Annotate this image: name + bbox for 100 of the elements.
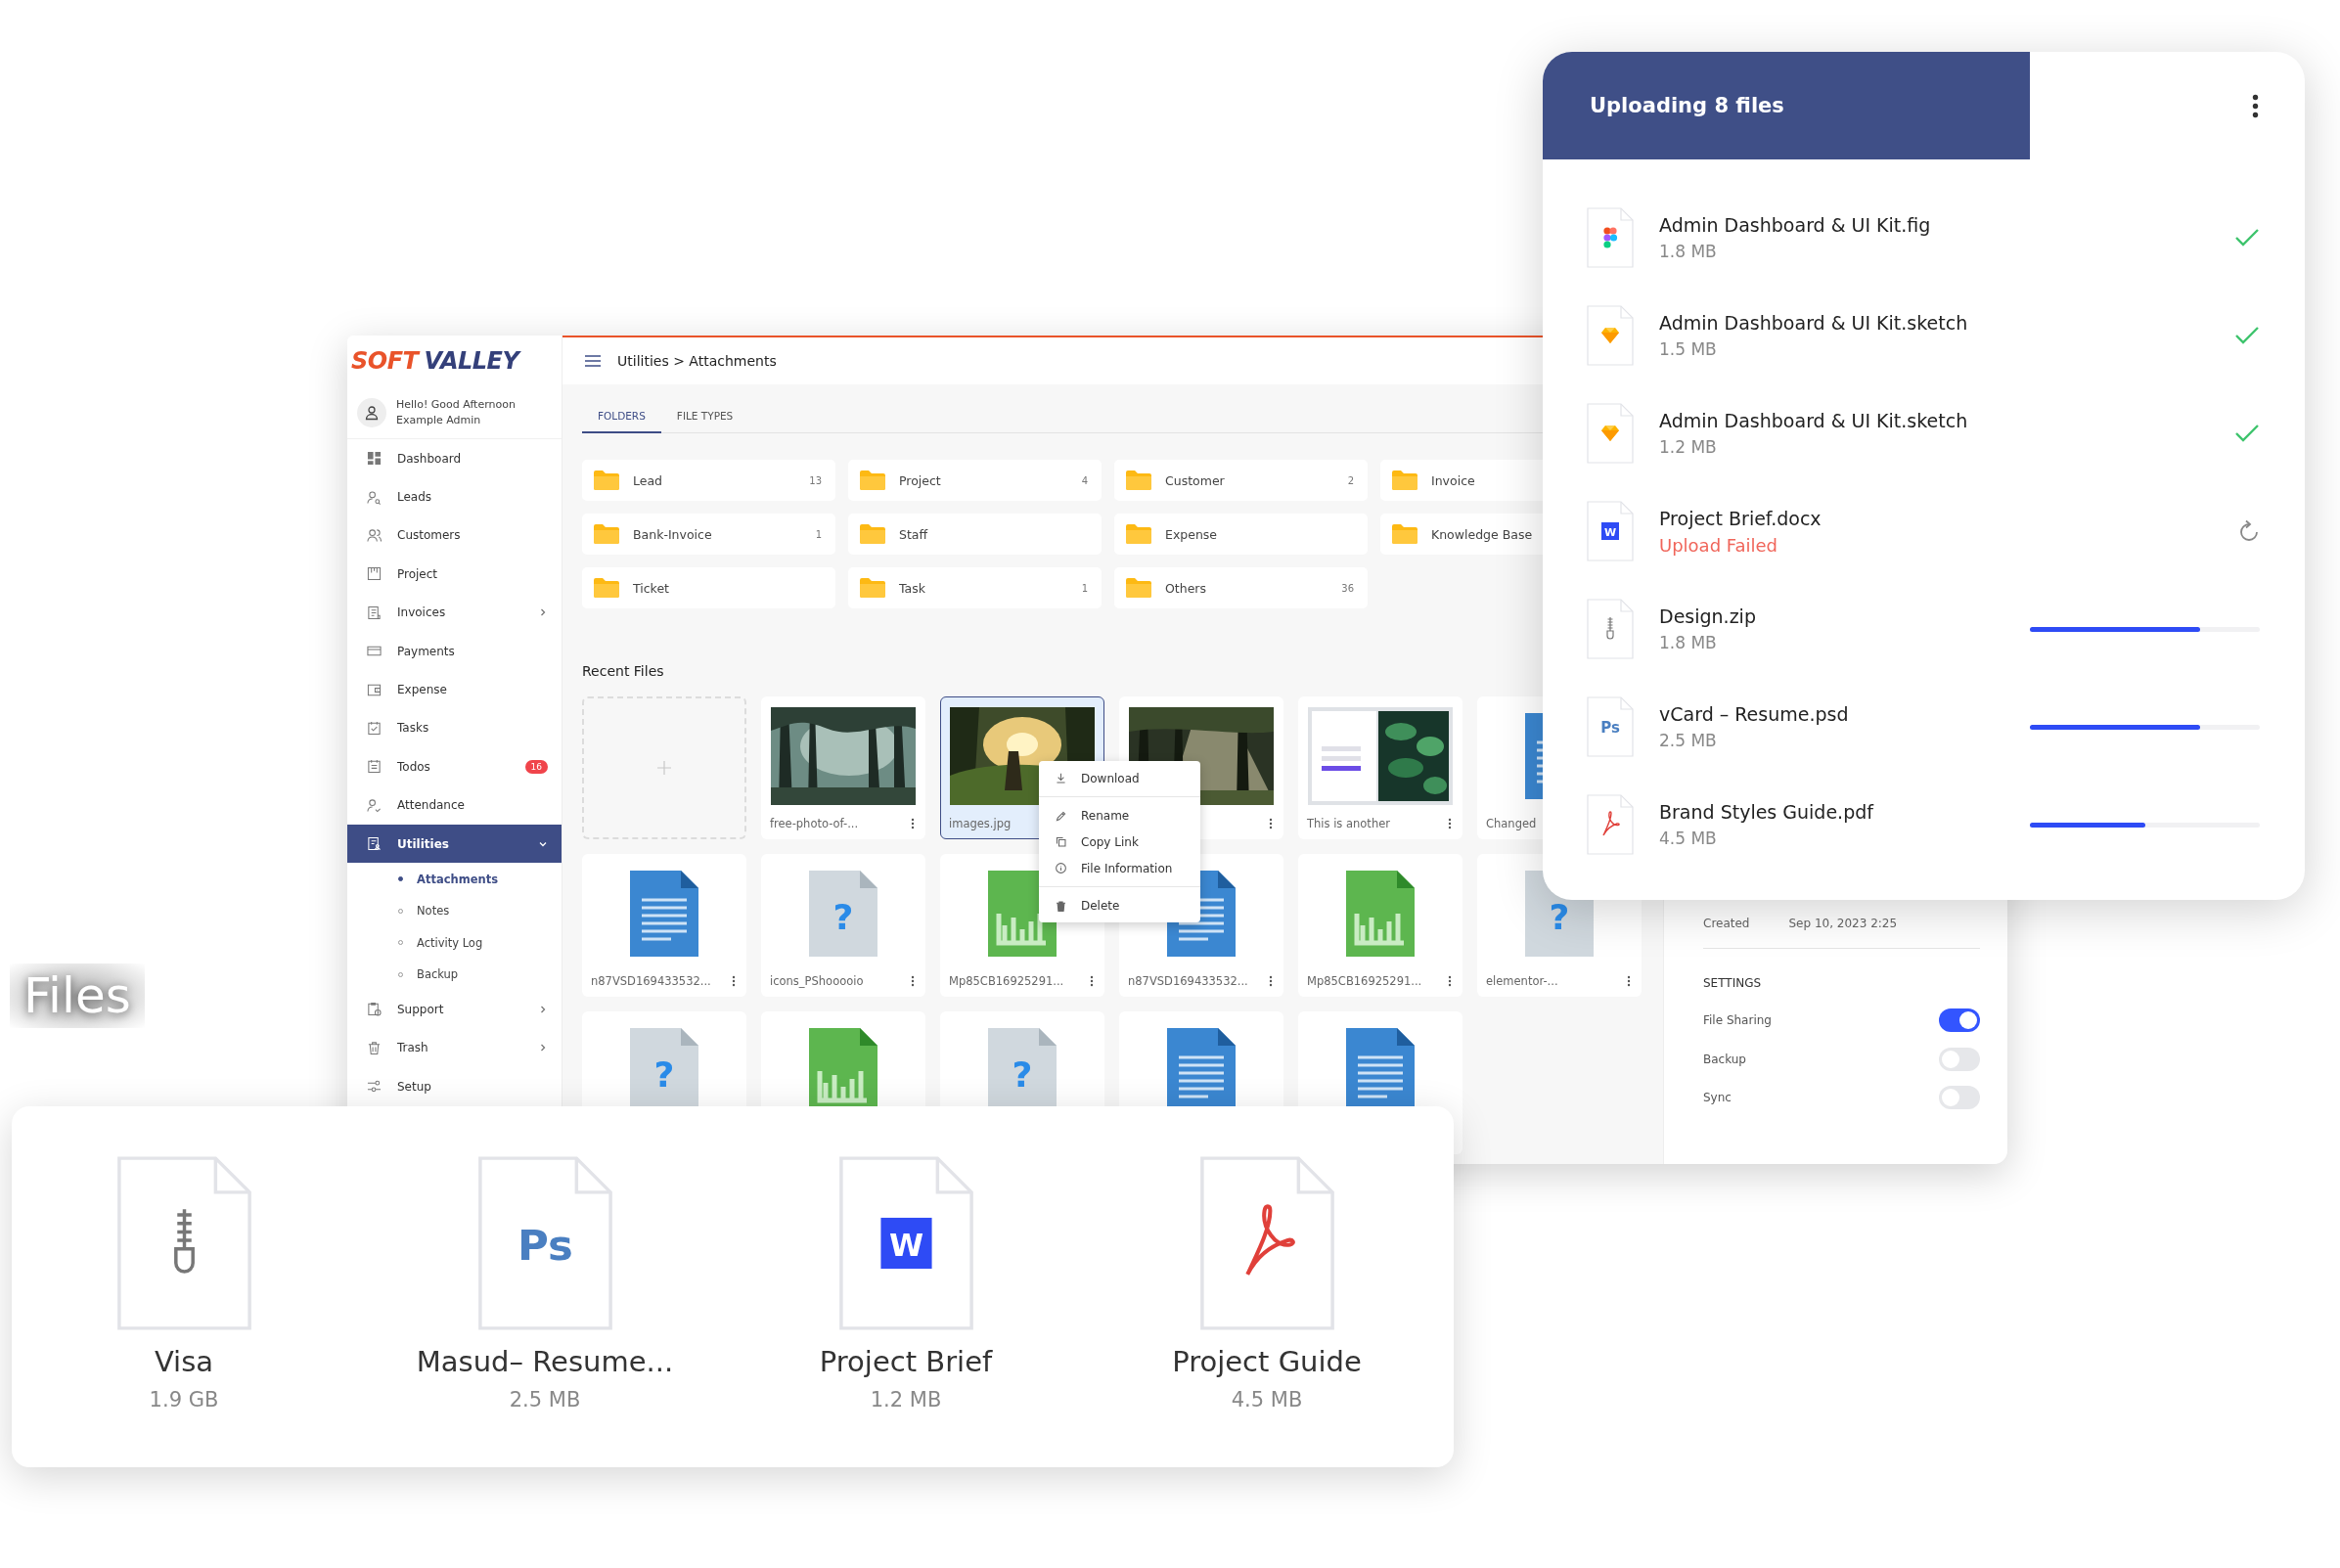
tab[interactable]: FOLDERS (582, 384, 661, 433)
toggle-switch[interactable] (1939, 1086, 1980, 1110)
folder-item[interactable]: Ticket (582, 567, 835, 608)
file-card[interactable]: Mp85CB16925291... (1298, 854, 1462, 997)
file-size: 1.2 MB (870, 1388, 942, 1411)
file-name: This is another (1307, 817, 1390, 830)
folder-icon (860, 470, 885, 490)
file-name: Project Guide (1172, 1345, 1362, 1378)
sliders-icon (367, 1079, 382, 1095)
folder-item[interactable]: Project 4 (848, 460, 1102, 501)
file-size: 4.5 MB (1659, 829, 1718, 848)
more-button[interactable] (1267, 973, 1275, 989)
more-button[interactable] (1088, 973, 1096, 989)
user-name: Example Admin (396, 412, 482, 427)
folder-icon (1126, 470, 1151, 490)
folder-icon (594, 578, 619, 598)
nav-subitem[interactable]: Attachments (347, 863, 562, 895)
file-size: 1.8 MB (1659, 242, 1718, 261)
nav-item[interactable]: Tasks (347, 708, 562, 748)
brand-logo: SOFT VALLEY (350, 346, 522, 377)
file-name: images.jpg (949, 817, 1012, 830)
pdf-file-icon (1587, 794, 1634, 855)
page-heading: Files (10, 963, 145, 1028)
refresh-icon[interactable] (2238, 519, 2260, 543)
nav-item[interactable]: Project (347, 555, 562, 594)
setting-label: Sync (1703, 1091, 1732, 1105)
nav-item[interactable]: Attendance (347, 785, 562, 825)
more-button[interactable] (2251, 92, 2260, 119)
setting-label: Backup (1703, 1052, 1746, 1066)
file-name: icons_PShooooio (770, 974, 864, 988)
folder-icon (1392, 470, 1418, 490)
nav-subitem[interactable]: Backup (347, 958, 562, 991)
user-check-icon (367, 797, 382, 813)
zip-file-icon (115, 1155, 252, 1331)
nav-item[interactable]: Customers (347, 515, 562, 556)
toggle-switch[interactable] (1939, 1047, 1980, 1071)
file-card[interactable]: n87VSD169433532... (582, 854, 746, 997)
nav-item[interactable]: Leads (347, 477, 562, 516)
spreadsheet-file-icon (1346, 871, 1415, 957)
nav-item[interactable]: Dashboard (347, 439, 562, 478)
grid-icon (367, 451, 382, 467)
menu-item[interactable]: Rename (1039, 796, 1200, 829)
document-user-icon (367, 836, 382, 852)
file-size: 2.5 MB (1659, 731, 1718, 750)
menu-item[interactable]: Delete (1039, 886, 1200, 918)
more-button[interactable] (1625, 973, 1633, 989)
nav-item[interactable]: Expense (347, 670, 562, 709)
copy-icon (1055, 835, 1067, 848)
nav-item[interactable]: Setup (347, 1067, 562, 1106)
more-button[interactable] (909, 816, 917, 831)
psd-file-icon: Ps (476, 1155, 613, 1331)
file-name: vCard – Resume.psd (1659, 703, 1850, 725)
file-name: Mp85CB16925291... (1307, 974, 1422, 988)
nav-subitem[interactable]: Notes (347, 894, 562, 927)
greeting-text: Hello! Good Afternoon (396, 397, 516, 413)
error-message: Upload Failed (1659, 534, 1779, 556)
folder-item[interactable]: Customer 2 (1114, 460, 1368, 501)
nav-item[interactable]: Utilities (347, 824, 562, 864)
download-icon (1055, 772, 1067, 784)
menu-button[interactable] (584, 354, 602, 368)
nav-item[interactable]: Payments (347, 631, 562, 671)
folder-item[interactable]: Bank-Invoice 1 (582, 514, 835, 555)
folder-item[interactable]: Lead 13 (582, 460, 835, 501)
nav-item[interactable]: Support (347, 990, 562, 1029)
folder-item[interactable]: Task 1 (848, 567, 1102, 608)
more-button[interactable] (909, 973, 917, 989)
more-button[interactable] (1446, 973, 1454, 989)
nav-item[interactable]: Todos 16 (347, 747, 562, 786)
setting-label: File Sharing (1703, 1013, 1772, 1028)
docx-file-icon: W (1587, 501, 1634, 561)
toggle-switch[interactable] (1939, 1008, 1980, 1033)
nav-subitem[interactable]: Activity Log (347, 926, 562, 959)
folder-item[interactable]: Others 36 (1114, 567, 1368, 608)
more-button[interactable] (730, 973, 738, 989)
info-icon (1055, 862, 1067, 874)
file-size: 4.5 MB (1231, 1388, 1303, 1411)
file-card[interactable]: This is another (1298, 696, 1462, 839)
file-name: Masud– Resume... (416, 1345, 674, 1378)
calendar-icon (367, 759, 382, 775)
tab[interactable]: FILE TYPES (660, 384, 749, 433)
file-card[interactable]: ? icons_PShooooio (761, 854, 925, 997)
nav-item[interactable]: Invoices (347, 593, 562, 632)
folder-icon (860, 524, 885, 544)
breadcrumb: Utilities > Attachments (617, 353, 777, 369)
more-button[interactable] (1446, 816, 1454, 831)
folder-icon (594, 470, 619, 490)
plus-icon (656, 760, 672, 776)
file-name: elementor-... (1486, 974, 1558, 988)
file-card[interactable]: free-photo-of-... (761, 696, 925, 839)
file-name: Project Brief.docx (1659, 507, 1822, 529)
more-button[interactable] (1267, 816, 1275, 831)
folder-item[interactable]: Expense (1114, 514, 1368, 555)
file-size: 1.5 MB (1659, 339, 1718, 359)
detail-value: Sep 10, 2023 2:25 (1788, 916, 1898, 930)
psd-file-icon: Ps (1587, 696, 1634, 757)
unknown-file-icon: ? (809, 871, 878, 957)
nav-item[interactable]: Trash (347, 1028, 562, 1068)
folder-item[interactable]: Staff (848, 514, 1102, 555)
wallet-icon (367, 682, 382, 697)
section-title: Recent Files (582, 663, 665, 679)
